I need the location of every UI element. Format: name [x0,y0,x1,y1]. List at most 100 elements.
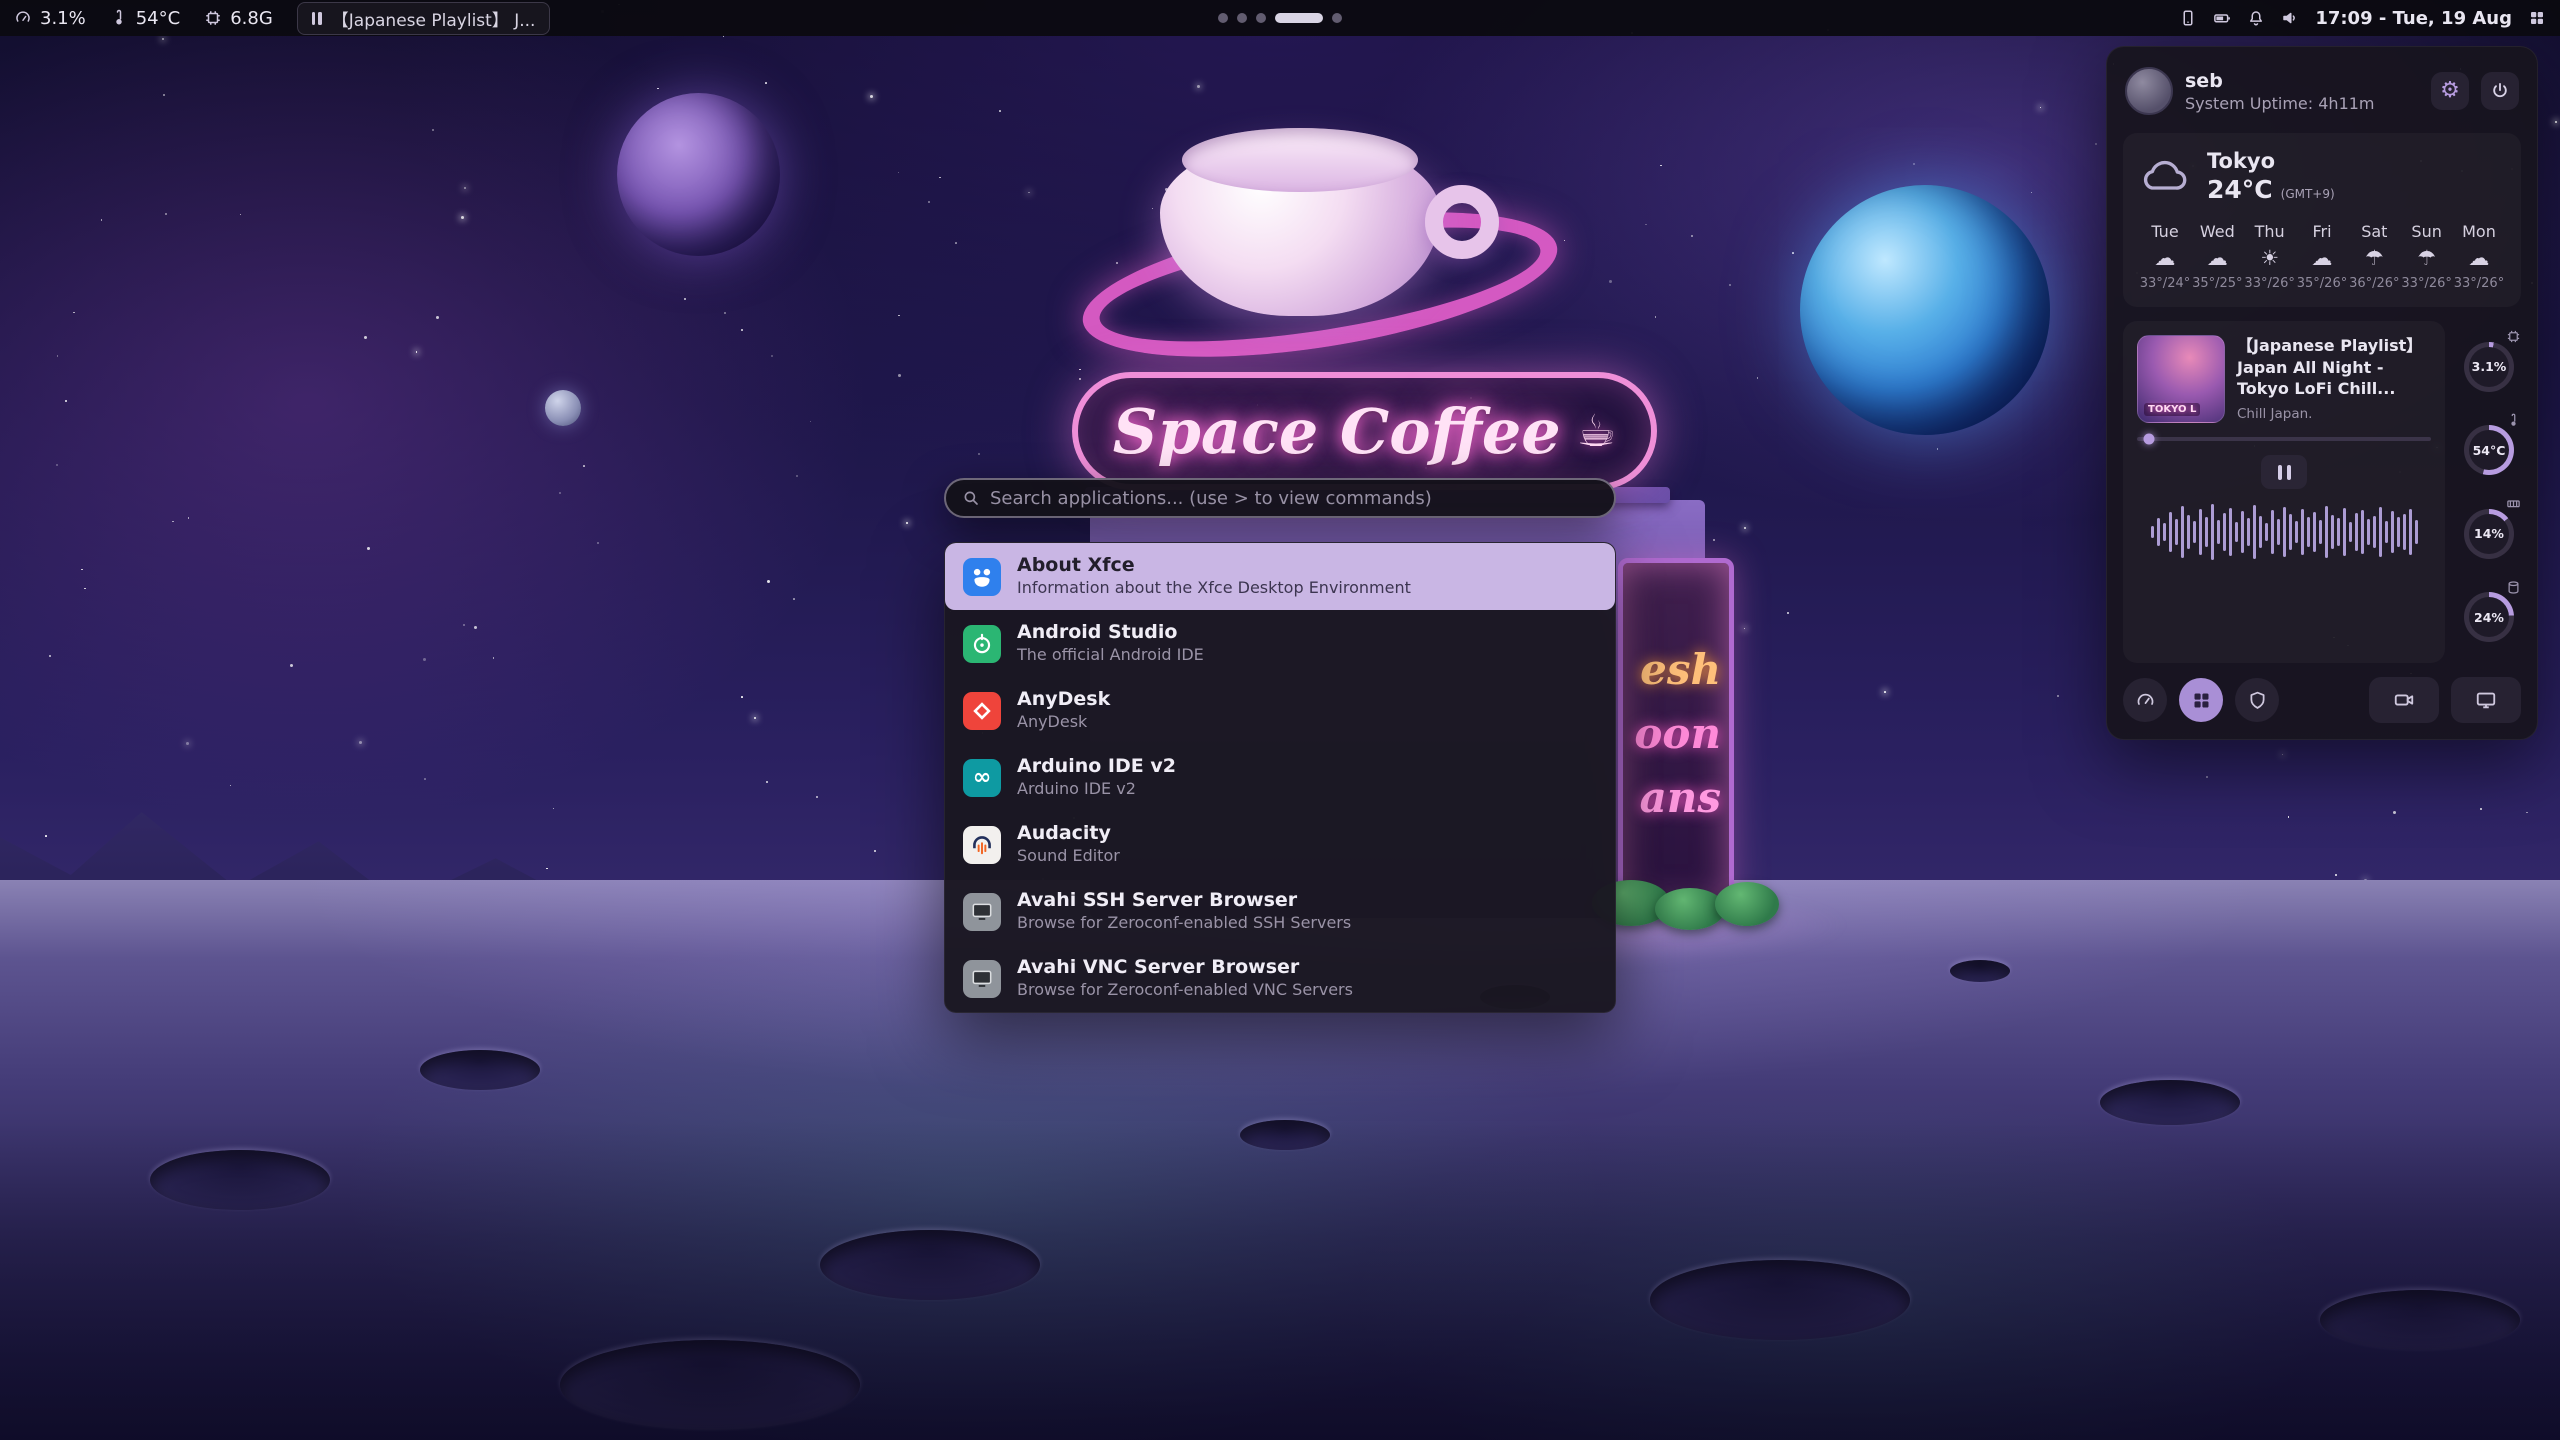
anydesk-icon [963,692,1001,730]
top-bar: 3.1% 54°C 6.8G 【Japanese Playlist】 J... [0,0,2560,36]
space-coffee-neon-sign: Space Coffee ☕ [1072,372,1657,490]
weather-icon: ☁ [2311,248,2332,269]
result-title: Android Studio [1017,621,1204,645]
result-subtitle: Information about the Xfce Desktop Envir… [1017,578,1411,599]
disk-icon [2506,580,2521,595]
weather-temp: 24°C [2207,175,2273,204]
cloud-icon [2139,156,2191,198]
terminal-screen-icon [963,893,1001,931]
screen-record-button[interactable] [2369,677,2439,723]
ram-icon [2506,496,2521,511]
temperature-gauge: 54°C [2457,409,2521,493]
result-title: AnyDesk [1017,688,1110,712]
xfce-mouse-icon [963,558,1001,596]
forecast-day: Wed ☁ 35°/25° [2191,222,2243,291]
system-gauges: 3.1% 54°C 14% 24% [2457,321,2521,663]
result-about-xfce[interactable]: About Xfce Information about the Xfce De… [945,543,1615,610]
cpu-indicator: 3.1% [14,8,86,29]
forecast-day: Mon ☁ 33°/26° [2453,222,2505,291]
system-uptime: System Uptime: 4h11m [2185,94,2419,113]
result-title: Audacity [1017,822,1120,846]
window-neon-text: ans [1640,777,1721,819]
widgets-button[interactable] [2179,678,2223,722]
memory-gauge: 14% [2457,492,2521,576]
workspace-active-pill[interactable] [1275,13,1323,23]
pause-button[interactable] [2261,455,2307,489]
volume-icon[interactable] [2281,9,2299,27]
result-subtitle: Sound Editor [1017,846,1120,867]
cpu-chip-icon [2506,329,2521,344]
launcher-results-list: About Xfce Information about the Xfce De… [944,542,1616,1013]
avatar[interactable] [2125,67,2173,115]
cpu-gauge: 3.1% [2457,325,2521,409]
app-grid-icon[interactable] [2528,9,2546,27]
result-audacity[interactable]: Audacity Sound Editor [945,811,1615,878]
result-title: Arduino IDE v2 [1017,755,1176,779]
result-avahi-ssh[interactable]: Avahi SSH Server Browser Browse for Zero… [945,878,1615,945]
forecast-day: Sat ☂ 36°/26° [2348,222,2400,291]
seek-bar[interactable] [2137,437,2431,441]
battery-icon[interactable] [2213,9,2231,27]
power-icon [2490,81,2510,101]
bush [1715,882,1779,926]
power-button[interactable] [2481,72,2519,110]
bottom-vignette [0,1120,2560,1440]
bell-icon[interactable] [2247,9,2265,27]
arduino-infinity-icon: ∞ [963,759,1001,797]
result-title: Avahi VNC Server Browser [1017,956,1353,980]
forecast-day: Tue ☁ 33°/24° [2139,222,2191,291]
forecast-day: Thu ☀ 33°/26° [2244,222,2296,291]
result-anydesk[interactable]: AnyDesk AnyDesk [945,677,1615,744]
performance-button[interactable] [2123,678,2167,722]
workspace-switcher [1218,13,1342,23]
album-art: TOKYO L [2137,335,2225,423]
result-arduino-ide[interactable]: ∞ Arduino IDE v2 Arduino IDE v2 [945,744,1615,811]
result-subtitle: AnyDesk [1017,712,1110,733]
cpu-gauge-icon [14,9,32,27]
temp-value: 54°C [136,8,180,29]
clock[interactable]: 17:09 - Tue, 19 Aug [2315,8,2512,29]
track-title: 【Japanese Playlist】 Japan All Night - To… [2237,335,2431,400]
seek-handle[interactable] [2143,434,2154,445]
memory-value: 6.8G [230,8,273,29]
result-avahi-vnc[interactable]: Avahi VNC Server Browser Browse for Zero… [945,945,1615,1012]
display-button[interactable] [2451,677,2521,723]
launcher-search-bar[interactable] [944,478,1616,518]
forecast-day: Sun ☂ 33°/26° [2401,222,2453,291]
forecast-day: Fri ☁ 35°/26° [2296,222,2348,291]
result-subtitle: The official Android IDE [1017,645,1204,666]
weather-icon: ☁ [2468,248,2489,269]
now-playing-text: 【Japanese Playlist】 J... [332,6,536,31]
android-studio-icon [963,625,1001,663]
disk-gauge: 24% [2457,576,2521,660]
crater [420,1050,540,1090]
workspace-dot[interactable] [1218,13,1228,23]
weather-icon: ☂ [2417,248,2436,269]
now-playing-widget[interactable]: 【Japanese Playlist】 J... [297,2,551,35]
workspace-dot[interactable] [1237,13,1247,23]
workspace-dot[interactable] [1332,13,1342,23]
result-title: About Xfce [1017,554,1411,578]
security-button[interactable] [2235,678,2279,722]
speedometer-icon [2135,690,2156,711]
pause-icon [312,12,322,25]
phone-icon[interactable] [2179,9,2197,27]
result-subtitle: Arduino IDE v2 [1017,779,1176,800]
weather-timezone: (GMT+9) [2281,187,2335,201]
track-artist: Chill Japan. [2237,406,2431,422]
bush [1655,888,1725,930]
workspace-dot[interactable] [1256,13,1266,23]
album-art-label: TOKYO L [2144,403,2200,416]
cpu-value: 3.1% [40,8,86,29]
weather-icon: ☂ [2365,248,2384,269]
result-android-studio[interactable]: Android Studio The official Android IDE [945,610,1615,677]
panel-quick-actions [2123,677,2521,723]
search-input[interactable] [990,488,1598,509]
small-moon [545,390,581,426]
settings-button[interactable]: ⚙ [2431,72,2469,110]
memory-chip-icon [204,9,222,27]
weather-card: Tokyo 24°C (GMT+9) Tue ☁ 33°/24° Wed ☁ 3… [2123,133,2521,307]
video-camera-icon [2393,689,2415,711]
window-neon-text: oon [1634,713,1721,755]
result-subtitle: Browse for Zeroconf-enabled VNC Servers [1017,980,1353,1001]
